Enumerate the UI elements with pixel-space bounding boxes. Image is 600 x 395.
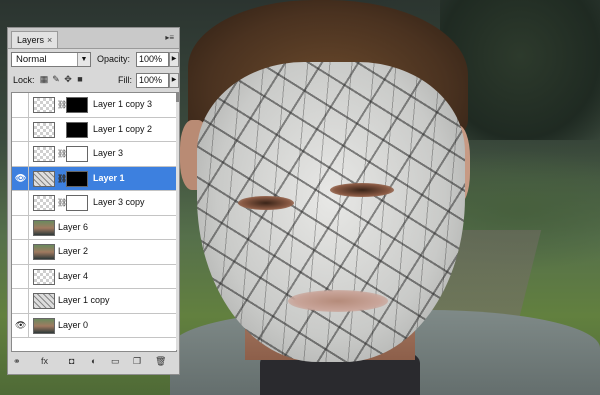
layers-panel: Layers × ▸≡ Normal ▼ Opacity: 100% ▶ Lock:… [7, 27, 180, 375]
visibility-toggle[interactable]: 👁 [12, 313, 29, 337]
opacity-input[interactable]: 100% [136, 52, 169, 67]
layer-row[interactable]: ⛓ Layer 3 copy [12, 191, 176, 216]
opacity-label: Opacity: [97, 54, 131, 64]
tab-layers[interactable]: Layers × [11, 31, 59, 48]
layer-name: Layer 1 [93, 172, 125, 183]
scrollbar[interactable] [176, 92, 179, 350]
layer-name: Layer 3 [93, 148, 124, 158]
lock-label: Lock: [13, 75, 35, 85]
layers-bottom-toolbar: ⚭ fx ◘ ◐ ▭ ❐ 🗑 [11, 355, 175, 370]
layer-row[interactable]: ⛓ Layer 1 copy 3 [12, 93, 176, 118]
layer-thumbnail[interactable] [33, 268, 55, 285]
visibility-toggle[interactable] [12, 117, 29, 141]
blend-mode-select[interactable]: Normal ▼ [11, 52, 91, 67]
layer-name: Layer 1 copy [58, 295, 110, 305]
close-icon[interactable]: × [47, 35, 52, 45]
fill-label: Fill: [118, 75, 132, 85]
layer-name: Layer 1 copy 3 [93, 99, 153, 109]
visibility-toggle[interactable] [12, 264, 29, 288]
visibility-toggle[interactable] [12, 240, 29, 264]
blend-row: Normal ▼ Opacity: 100% ▶ [11, 52, 179, 68]
layer-row[interactable]: Layer 1 copy 2 [12, 117, 176, 142]
delete-layer-icon[interactable]: 🗑 [155, 356, 166, 367]
layer-thumbnail[interactable] [33, 170, 55, 187]
layer-thumbnail[interactable] [33, 97, 55, 113]
layer-mask-thumbnail[interactable] [66, 170, 88, 187]
layer-name: Layer 6 [58, 221, 89, 232]
layer-thumbnail[interactable] [33, 195, 55, 211]
layer-row[interactable]: Layer 1 copy [12, 289, 176, 314]
layer-thumbnail[interactable] [33, 121, 55, 138]
cracked-face [197, 62, 465, 362]
panel-tabbar: Layers × ▸≡ [8, 28, 179, 49]
fill-input[interactable]: 100% [136, 73, 169, 88]
layer-row[interactable]: 👁 Layer 0 [12, 313, 176, 338]
left-eye [238, 196, 294, 210]
fill-slider-arrow-icon[interactable]: ▶ [169, 73, 179, 88]
new-layer-icon[interactable]: ❐ [133, 356, 141, 367]
new-group-icon[interactable]: ▭ [111, 356, 120, 367]
fx-icon[interactable]: fx [41, 356, 48, 366]
layer-name: Layer 4 [58, 270, 89, 281]
add-mask-icon[interactable]: ◘ [69, 356, 74, 366]
layer-row[interactable]: 👁 ⛓ Layer 1 [12, 166, 176, 191]
link-layers-icon[interactable]: ⚭ [13, 356, 21, 367]
scrollbar-thumb[interactable] [176, 92, 179, 102]
visibility-toggle[interactable] [12, 93, 29, 117]
lock-pixels-icon[interactable]: ✎ [51, 74, 61, 84]
layer-row[interactable]: Layer 2 [12, 240, 176, 265]
eye-icon: 👁 [15, 319, 27, 330]
layer-name: Layer 3 copy [93, 197, 145, 207]
mouth [288, 290, 388, 312]
opacity-slider-arrow-icon[interactable]: ▶ [169, 52, 179, 67]
visibility-toggle[interactable] [12, 191, 29, 215]
visibility-toggle[interactable] [12, 142, 29, 166]
layer-thumbnail[interactable] [33, 219, 55, 236]
visibility-toggle[interactable] [12, 289, 29, 313]
layer-mask-thumbnail[interactable] [66, 121, 88, 138]
lock-all-icon[interactable]: ■ [75, 74, 85, 84]
layer-thumbnail[interactable] [33, 293, 55, 309]
chevron-down-icon[interactable]: ▼ [77, 53, 90, 66]
panel-menu-icon[interactable]: ▸≡ [165, 33, 174, 42]
blend-mode-value: Normal [16, 54, 47, 65]
layer-name: Layer 2 [58, 246, 89, 256]
layer-name: Layer 0 [58, 319, 89, 330]
lock-position-icon[interactable]: ✥ [63, 74, 73, 84]
layer-name: Layer 1 copy 2 [93, 123, 153, 134]
layer-row[interactable]: ⛓ Layer 3 [12, 142, 176, 167]
layer-row[interactable]: Layer 4 [12, 264, 176, 289]
lock-transparency-icon[interactable]: ▦ [39, 74, 49, 84]
visibility-toggle[interactable]: 👁 [12, 166, 29, 190]
eye-icon: 👁 [15, 172, 27, 183]
lock-row: Lock: ▦ ✎ ✥ ■ Fill: 100% ▶ [11, 73, 179, 89]
visibility-toggle[interactable] [12, 215, 29, 239]
layer-thumbnail[interactable] [33, 244, 55, 260]
layer-thumbnail[interactable] [33, 146, 55, 162]
adjustment-layer-icon[interactable]: ◐ [91, 356, 96, 366]
layer-mask-thumbnail[interactable] [66, 97, 88, 113]
layer-list: ⛓ Layer 1 copy 3 Layer 1 copy 2 ⛓ Layer 3 👁 ⛓ L… [11, 92, 177, 352]
layer-row[interactable]: Layer 6 [12, 215, 176, 240]
right-eye [330, 183, 394, 197]
layer-mask-thumbnail[interactable] [66, 146, 88, 162]
layer-thumbnail[interactable] [33, 317, 55, 334]
layer-mask-thumbnail[interactable] [66, 195, 88, 211]
tab-label: Layers [17, 35, 45, 45]
